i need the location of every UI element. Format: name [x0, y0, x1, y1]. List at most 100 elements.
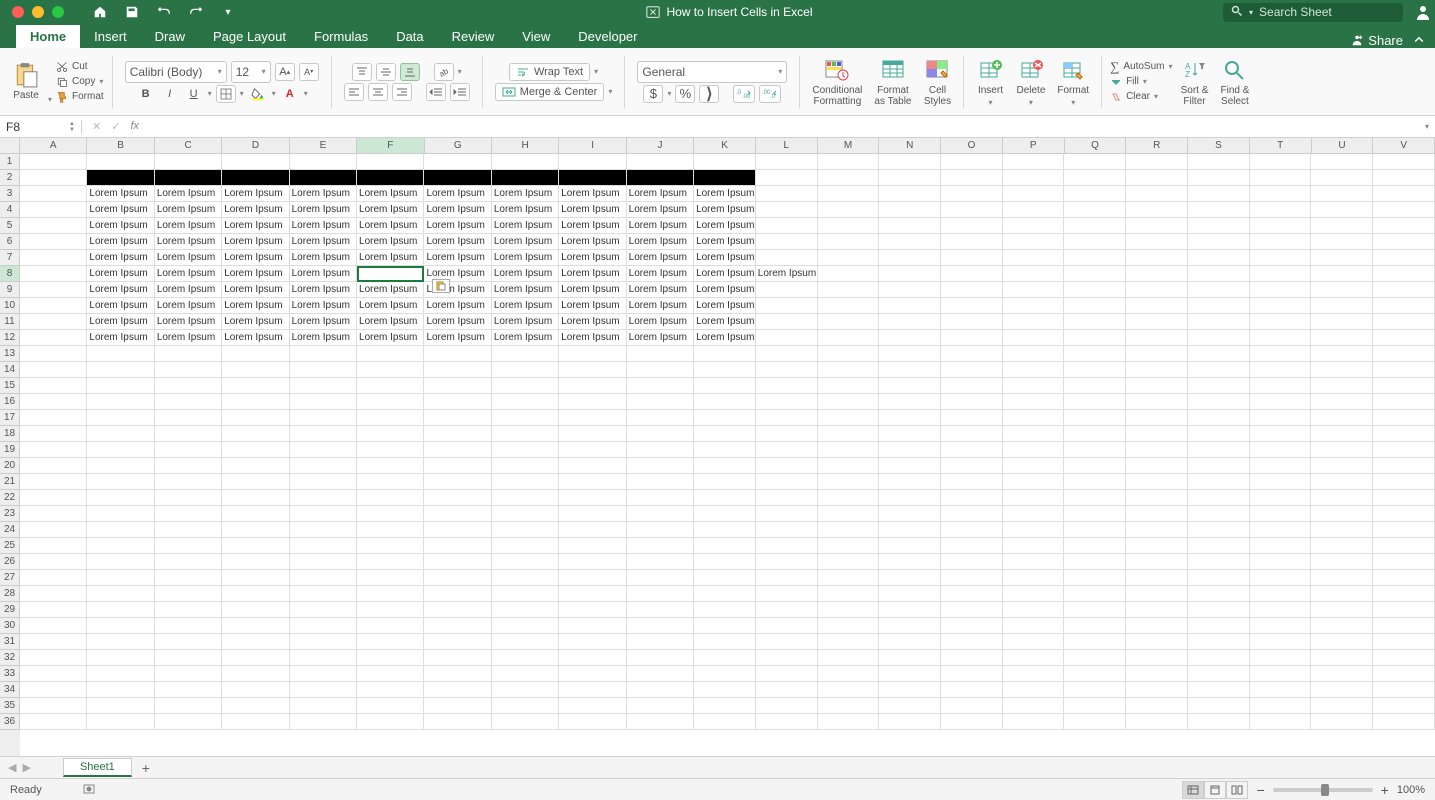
cell-D19[interactable] [222, 442, 289, 458]
cell-D33[interactable] [222, 666, 289, 682]
cell-B7[interactable]: Lorem Ipsum [87, 250, 154, 266]
cell-T29[interactable] [1250, 602, 1312, 618]
cell-C29[interactable] [155, 602, 222, 618]
zoom-percent-label[interactable]: 100% [1397, 784, 1425, 796]
cell-F12[interactable]: Lorem Ipsum [357, 330, 424, 346]
cell-J19[interactable] [627, 442, 694, 458]
cell-L14[interactable] [756, 362, 818, 378]
cell-K13[interactable] [694, 346, 756, 362]
cell-E25[interactable] [290, 538, 357, 554]
cell-A2[interactable] [20, 170, 87, 186]
cell-H12[interactable]: Lorem Ipsum [492, 330, 559, 346]
cell-P12[interactable] [1003, 330, 1065, 346]
format-cells-button[interactable]: Format ▾ [1053, 55, 1093, 109]
cell-J18[interactable] [627, 426, 694, 442]
cell-L27[interactable] [756, 570, 818, 586]
tab-page-layout[interactable]: Page Layout [199, 25, 300, 48]
cell-V8[interactable] [1373, 266, 1435, 282]
cell-N29[interactable] [879, 602, 941, 618]
cell-K16[interactable] [694, 394, 756, 410]
cell-I36[interactable] [559, 714, 626, 730]
cell-B8[interactable]: Lorem Ipsum [87, 266, 154, 282]
cell-Q11[interactable] [1064, 314, 1126, 330]
cell-F13[interactable] [357, 346, 424, 362]
cell-S7[interactable] [1188, 250, 1250, 266]
find-select-button[interactable]: Find & Select [1217, 55, 1254, 109]
cell-K34[interactable] [694, 682, 756, 698]
cell-B13[interactable] [87, 346, 154, 362]
cell-I15[interactable] [559, 378, 626, 394]
cell-E20[interactable] [290, 458, 357, 474]
cell-O13[interactable] [941, 346, 1003, 362]
cell-I26[interactable] [559, 554, 626, 570]
cell-H13[interactable] [492, 346, 559, 362]
cell-L23[interactable] [756, 506, 818, 522]
cell-B31[interactable] [87, 634, 154, 650]
cell-V29[interactable] [1373, 602, 1435, 618]
cell-A12[interactable] [20, 330, 87, 346]
cell-K35[interactable] [694, 698, 756, 714]
cell-U2[interactable] [1311, 170, 1373, 186]
cell-C10[interactable]: Lorem Ipsum [155, 298, 222, 314]
cell-F18[interactable] [357, 426, 424, 442]
cell-O11[interactable] [941, 314, 1003, 330]
cell-S31[interactable] [1188, 634, 1250, 650]
cell-E19[interactable] [290, 442, 357, 458]
cell-K15[interactable] [694, 378, 756, 394]
cell-G32[interactable] [424, 650, 491, 666]
currency-button[interactable]: $ [643, 85, 663, 103]
cell-V19[interactable] [1373, 442, 1435, 458]
cell-A11[interactable] [20, 314, 87, 330]
cell-B6[interactable]: Lorem Ipsum [87, 234, 154, 250]
cell-A29[interactable] [20, 602, 87, 618]
cell-R9[interactable] [1126, 282, 1188, 298]
column-header-H[interactable]: H [492, 138, 559, 154]
cell-T8[interactable] [1250, 266, 1312, 282]
cell-T33[interactable] [1250, 666, 1312, 682]
cell-V34[interactable] [1373, 682, 1435, 698]
cell-D3[interactable]: Lorem Ipsum [222, 186, 289, 202]
cell-N8[interactable] [879, 266, 941, 282]
cell-P7[interactable] [1003, 250, 1065, 266]
cell-V6[interactable] [1373, 234, 1435, 250]
cell-G17[interactable] [424, 410, 491, 426]
cell-I3[interactable]: Lorem Ipsum [559, 186, 626, 202]
tab-developer[interactable]: Developer [564, 25, 651, 48]
row-header-18[interactable]: 18 [0, 426, 20, 442]
cell-S5[interactable] [1188, 218, 1250, 234]
cell-T12[interactable] [1250, 330, 1312, 346]
cell-L25[interactable] [756, 538, 818, 554]
cell-K18[interactable] [694, 426, 756, 442]
cell-S8[interactable] [1188, 266, 1250, 282]
cell-G36[interactable] [424, 714, 491, 730]
cell-L7[interactable] [756, 250, 818, 266]
cell-S24[interactable] [1188, 522, 1250, 538]
close-window-button[interactable] [12, 6, 24, 18]
cell-G26[interactable] [424, 554, 491, 570]
cell-L10[interactable] [756, 298, 818, 314]
cell-Q25[interactable] [1064, 538, 1126, 554]
cell-B12[interactable]: Lorem Ipsum [87, 330, 154, 346]
cell-C5[interactable]: Lorem Ipsum [155, 218, 222, 234]
cell-D22[interactable] [222, 490, 289, 506]
row-header-36[interactable]: 36 [0, 714, 20, 730]
cell-L31[interactable] [756, 634, 818, 650]
cell-L20[interactable] [756, 458, 818, 474]
cell-G14[interactable] [424, 362, 491, 378]
italic-button[interactable]: I [160, 85, 180, 103]
cell-G24[interactable] [424, 522, 491, 538]
cell-F31[interactable] [357, 634, 424, 650]
cell-C12[interactable]: Lorem Ipsum [155, 330, 222, 346]
wrap-text-button[interactable]: Wrap Text [509, 63, 590, 81]
conditional-formatting-button[interactable]: Conditional Formatting [808, 55, 866, 109]
cell-F21[interactable] [357, 474, 424, 490]
cell-F27[interactable] [357, 570, 424, 586]
cell-J7[interactable]: Lorem Ipsum [627, 250, 694, 266]
cell-G20[interactable] [424, 458, 491, 474]
cell-V16[interactable] [1373, 394, 1435, 410]
cell-J5[interactable]: Lorem Ipsum [627, 218, 694, 234]
cell-M27[interactable] [818, 570, 880, 586]
cell-T31[interactable] [1250, 634, 1312, 650]
cell-N3[interactable] [879, 186, 941, 202]
row-header-23[interactable]: 23 [0, 506, 20, 522]
